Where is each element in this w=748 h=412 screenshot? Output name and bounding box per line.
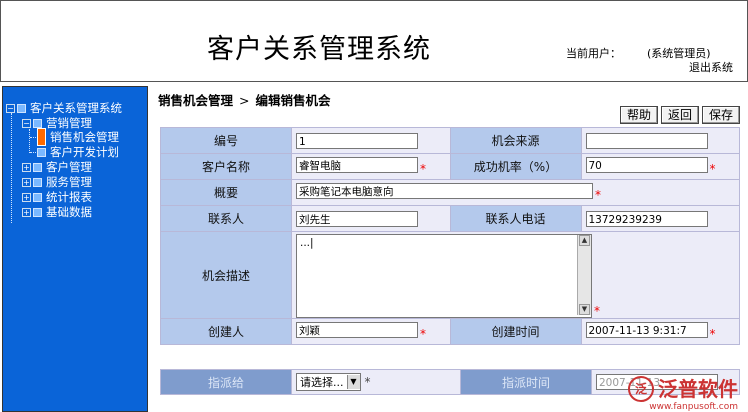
expand-icon[interactable]: + [22, 177, 31, 187]
scroll-up-arrow-icon[interactable]: ▲ [579, 235, 590, 246]
logout-link[interactable]: 退出系统 [689, 59, 733, 75]
required-mark: * [709, 162, 716, 177]
contact-label: 联系人 [160, 205, 292, 232]
main-content: 销售机会管理 > 编辑销售机会 帮助 返回 保存 编号 1 机会来源 客户名称 睿智… [152, 86, 746, 412]
assignee-select[interactable]: 请选择... ▼ [296, 373, 361, 391]
creator-field[interactable]: 刘颖 [296, 321, 418, 338]
required-mark: * [594, 304, 600, 318]
current-user-label: 当前用户： [566, 47, 621, 60]
source-field[interactable] [585, 132, 708, 149]
description-label: 机会描述 [160, 231, 292, 319]
back-button[interactable]: 返回 [660, 106, 699, 124]
brand-logo-icon: 泛 [628, 376, 654, 402]
phone-field[interactable]: 13729239239 [585, 210, 708, 227]
tree-connector [30, 137, 36, 138]
assignee-label: 指派给 [160, 369, 292, 395]
expand-icon[interactable]: + [22, 207, 31, 217]
save-button[interactable]: 保存 [701, 106, 740, 124]
rate-field[interactable]: 70 [585, 156, 708, 173]
created-time-field[interactable]: 2007-11-13 9:31:7 [585, 321, 708, 338]
breadcrumb-section[interactable]: 销售机会管理 [158, 93, 233, 108]
sidebar-tree: − 客户关系管理系统 − 营销管理 销售机会管理 客户开发计划 + 客户管理 + 服务管… [2, 86, 148, 412]
rate-label: 成功机率（%） [449, 153, 582, 180]
customer-field[interactable]: 睿智电脑 [296, 156, 418, 173]
breadcrumb-page: 编辑销售机会 [255, 93, 331, 108]
breadcrumb: 销售机会管理 > 编辑销售机会 [158, 90, 331, 109]
sidebar-item-marketing[interactable]: − 营销管理 [22, 116, 92, 130]
chevron-down-icon[interactable]: ▼ [346, 375, 360, 389]
folder-icon [33, 118, 42, 128]
id-field[interactable]: 1 [296, 132, 418, 149]
folder-icon [17, 103, 26, 113]
creator-label: 创建人 [160, 318, 292, 345]
tree-connector [11, 113, 12, 223]
collapse-icon[interactable]: − [6, 103, 15, 113]
expand-icon[interactable]: + [22, 162, 31, 172]
app-title: 客户关系管理系统 [207, 34, 431, 65]
required-mark: * [364, 374, 371, 389]
tree-connector [30, 152, 36, 153]
required-mark: * [420, 162, 426, 177]
breadcrumb-separator: > [239, 93, 250, 108]
scroll-down-arrow-icon[interactable]: ▼ [579, 304, 590, 315]
required-mark: * [595, 188, 601, 203]
toolbar: 帮助 返回 保存 [619, 106, 740, 124]
required-mark: * [420, 327, 426, 342]
app-header: 客户关系管理系统 当前用户： (系统管理员) 退出系统 [0, 0, 748, 82]
page-icon [37, 147, 46, 157]
tree-connector [29, 129, 30, 153]
sidebar-item-customer[interactable]: + 客户管理 [22, 160, 92, 174]
summary-label: 概要 [160, 179, 292, 206]
sidebar-item-basic-data[interactable]: + 基础数据 [22, 205, 92, 219]
textarea-scrollbar[interactable]: ▲ ▼ [577, 235, 591, 315]
folder-icon [33, 177, 42, 187]
tree-root[interactable]: − 客户关系管理系统 [6, 101, 122, 115]
assign-time-label: 指派时间 [460, 369, 592, 395]
collapse-icon[interactable]: − [22, 118, 31, 128]
opportunity-form: 编号 1 机会来源 客户名称 睿智电脑 * 成功机率（%） 70 * 概要 采购笔记… [160, 127, 740, 345]
help-button[interactable]: 帮助 [619, 106, 658, 124]
phone-label: 联系人电话 [449, 205, 582, 232]
description-text: ...| [300, 237, 314, 249]
sidebar-item-service[interactable]: + 服务管理 [22, 175, 92, 189]
created-time-label: 创建时间 [449, 318, 582, 345]
source-label: 机会来源 [449, 127, 582, 154]
sidebar-item-dev-plan[interactable]: 客户开发计划 [37, 145, 119, 159]
watermark: 泛 泛普软件 www.fanpusoft.com [628, 376, 738, 412]
page-icon [37, 128, 46, 146]
sidebar-item-reports[interactable]: + 统计报表 [22, 190, 92, 204]
customer-label: 客户名称 [160, 153, 292, 180]
expand-icon[interactable]: + [22, 192, 31, 202]
brand-url: www.fanpusoft.com [649, 402, 738, 412]
contact-field[interactable]: 刘先生 [296, 210, 418, 227]
folder-icon [33, 162, 42, 172]
id-label: 编号 [160, 127, 292, 154]
brand-name: 泛普软件 [658, 377, 738, 401]
required-mark: * [709, 327, 716, 342]
sidebar-item-sales-opportunity[interactable]: 销售机会管理 [37, 128, 119, 146]
folder-icon [33, 207, 42, 217]
summary-field[interactable]: 采购笔记本电脑意向 [296, 182, 593, 199]
description-textarea[interactable]: ...| ▲ ▼ [296, 234, 592, 318]
folder-icon [33, 192, 42, 202]
